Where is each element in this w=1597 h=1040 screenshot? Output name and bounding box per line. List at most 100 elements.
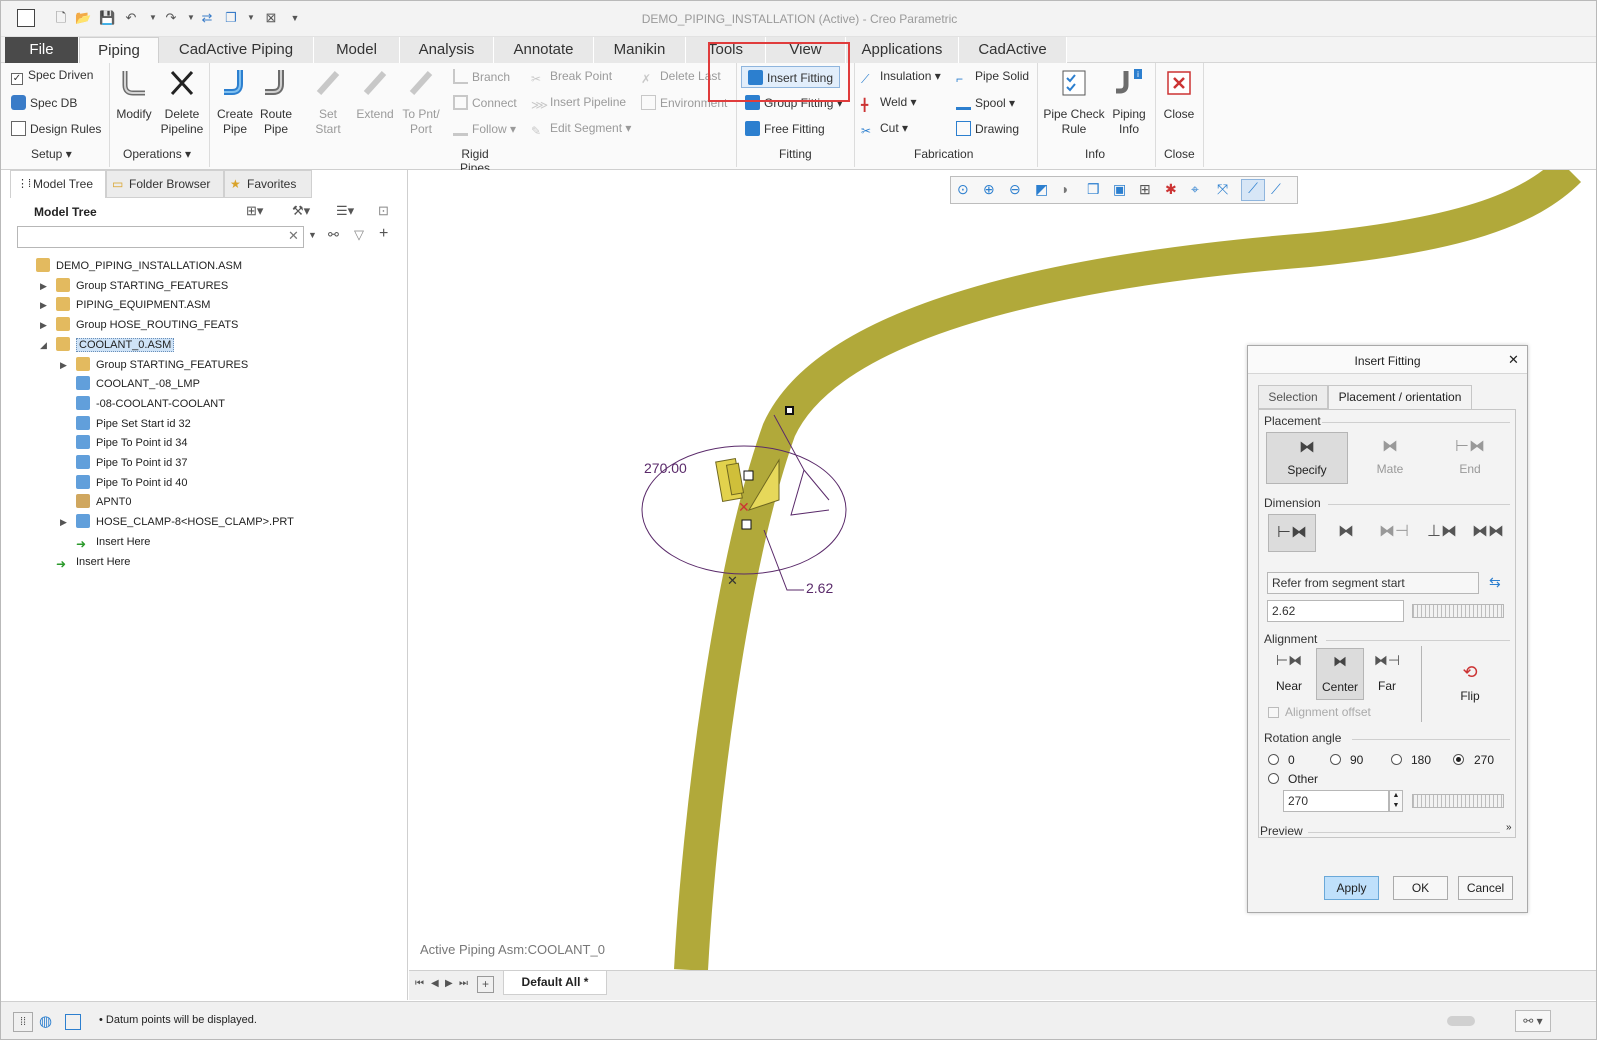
dim-from-end-icon[interactable]: ⧓⊣ xyxy=(1372,514,1416,552)
expand-toggle-icon[interactable]: ▶ xyxy=(40,296,47,315)
tree-item-pipe-feature[interactable]: Pipe To Point id 34 xyxy=(76,434,188,453)
tree-item-datum-point[interactable]: APNT0 xyxy=(76,493,131,512)
tree-item-group[interactable]: ▶ Group HOSE_ROUTING_FEATS xyxy=(40,316,238,335)
add-plus-icon[interactable]: + xyxy=(379,225,388,243)
rotation-0-radio[interactable] xyxy=(1268,754,1279,765)
rotation-angle-dimension[interactable]: 270.00 xyxy=(644,460,687,476)
drag-handle-bottom[interactable] xyxy=(741,519,752,530)
tab-manikin[interactable]: Manikin xyxy=(594,37,686,63)
tree-filter-options-icon[interactable]: ⊡ xyxy=(378,203,389,219)
to-pnt-port-button[interactable]: To Pnt/ Port xyxy=(399,67,443,137)
tab-model[interactable]: Model xyxy=(314,37,400,63)
dim-between-icon[interactable]: ⧓⧓ xyxy=(1466,514,1510,552)
spool-button[interactable]: Spool ▾ xyxy=(956,95,1015,110)
expand-toggle-icon[interactable]: ▶ xyxy=(40,316,47,335)
tree-item-group[interactable]: ▶ Group STARTING_FEATURES xyxy=(40,277,228,296)
tree-search-input[interactable] xyxy=(17,226,304,248)
rotation-other-radio[interactable] xyxy=(1268,773,1279,784)
tree-item-group[interactable]: ▶ Group STARTING_FEATURES xyxy=(60,356,248,375)
dimension-reference-field[interactable]: Refer from segment start xyxy=(1267,572,1479,594)
tree-item-line-stock[interactable]: COOLANT_-08_LMP xyxy=(76,375,200,394)
tree-settings-icon[interactable]: ⚒▾ xyxy=(292,203,310,219)
branch-button[interactable]: Branch xyxy=(453,69,510,84)
tab-annotate[interactable]: Annotate xyxy=(494,37,594,63)
preview-header[interactable]: Preview xyxy=(1260,824,1303,838)
mate-button[interactable]: ⧓ Mate xyxy=(1358,432,1422,484)
piping-info-button[interactable]: i Piping Info xyxy=(1107,67,1151,137)
rotation-180-radio[interactable] xyxy=(1391,754,1402,765)
cut-button[interactable]: ✂ Cut ▾ xyxy=(861,121,908,139)
far-button[interactable]: ⧓⊣ Far xyxy=(1366,652,1408,702)
insulation-button[interactable]: ⟋ Insulation ▾ xyxy=(861,69,941,87)
rotation-270-radio[interactable] xyxy=(1453,754,1464,765)
filter-funnel-icon[interactable]: ▽ xyxy=(354,227,364,243)
flip-button[interactable]: ⟲ Flip xyxy=(1446,662,1494,712)
tab-cadactive-piping[interactable]: CadActive Piping xyxy=(159,37,314,63)
pipe-check-rule-button[interactable]: Pipe Check Rule xyxy=(1041,67,1107,137)
expand-toggle-icon[interactable]: ▶ xyxy=(60,356,67,375)
expand-toggle-icon[interactable]: ▶ xyxy=(60,513,67,532)
dim-from-ratio-icon[interactable]: ⧓ xyxy=(1324,514,1368,552)
group-setup[interactable]: Setup ▾ xyxy=(31,147,72,161)
last-window-icon[interactable]: ⏭ xyxy=(459,978,468,989)
close-button[interactable]: Close xyxy=(1157,67,1201,122)
end-button[interactable]: ⊢⧓ End xyxy=(1438,432,1502,484)
insert-pipeline-button[interactable]: ⋙ Insert Pipeline xyxy=(531,95,626,113)
drag-handle-top[interactable] xyxy=(743,470,754,481)
pipe-solid-button[interactable]: ⌐ Pipe Solid xyxy=(956,69,1029,87)
dimension-value-input[interactable]: 2.62 xyxy=(1267,600,1404,622)
browser-toggle-icon[interactable]: ◍ xyxy=(39,1012,52,1030)
tab-piping[interactable]: Piping xyxy=(79,37,159,64)
tree-item-root-assembly[interactable]: DEMO_PIPING_INSTALLATION.ASM xyxy=(36,257,242,276)
dialog-close-icon[interactable]: ✕ xyxy=(1508,352,1519,368)
specify-button[interactable]: ⧓ Specify xyxy=(1266,432,1348,484)
next-window-icon[interactable]: ▶ xyxy=(445,978,453,989)
tree-display-icon[interactable]: ⊞▾ xyxy=(246,203,263,219)
dimension-thumbwheel[interactable] xyxy=(1412,604,1504,618)
connect-button[interactable]: Connect xyxy=(453,95,517,110)
tab-file[interactable]: File xyxy=(5,37,79,63)
edit-segment-button[interactable]: ✎ Edit Segment ▾ xyxy=(531,121,631,139)
tree-item-subassembly[interactable]: ▶ PIPING_EQUIPMENT.ASM xyxy=(40,296,210,315)
add-tab-icon[interactable]: + xyxy=(477,976,494,993)
tab-cadactive[interactable]: CadActive xyxy=(959,37,1067,63)
tab-favorites[interactable]: ★ Favorites xyxy=(224,170,312,198)
tab-applications[interactable]: Applications xyxy=(846,37,959,63)
near-button[interactable]: ⊢⧓ Near xyxy=(1268,652,1310,702)
tab-analysis[interactable]: Analysis xyxy=(400,37,494,63)
preview-expand-icon[interactable]: » xyxy=(1506,822,1512,833)
prev-window-icon[interactable]: ◀ xyxy=(431,978,439,989)
tree-item-pipe-feature[interactable]: Pipe To Point id 40 xyxy=(76,474,188,493)
clear-search-icon[interactable]: ✕ xyxy=(288,228,299,244)
tree-item-pipe-feature[interactable]: Pipe Set Start id 32 xyxy=(76,415,191,434)
datum-point-marker[interactable] xyxy=(785,406,794,415)
expand-toggle-icon[interactable]: ◢ xyxy=(40,336,47,355)
modify-button[interactable]: Modify xyxy=(111,67,157,122)
tree-item-pipeline[interactable]: -08-COOLANT-COOLANT xyxy=(76,395,225,414)
find-binoculars-icon[interactable]: ⚯ xyxy=(328,227,339,243)
show-columns-icon[interactable]: ☰▾ xyxy=(336,203,354,219)
default-all-tab[interactable]: Default All * xyxy=(503,971,607,995)
center-button[interactable]: ⧓ Center xyxy=(1316,648,1364,700)
extend-button[interactable]: Extend xyxy=(355,67,395,122)
rotation-thumbwheel[interactable] xyxy=(1412,794,1504,808)
alignment-offset-checkbox[interactable]: Alignment offset xyxy=(1268,705,1371,719)
ok-button[interactable]: OK xyxy=(1393,876,1448,900)
tab-folder-browser[interactable]: ▭ Folder Browser xyxy=(106,170,224,198)
follow-button[interactable]: Follow ▾ xyxy=(453,121,516,136)
expand-toggle-icon[interactable]: ▶ xyxy=(40,277,47,296)
spec-db-button[interactable]: Spec DB xyxy=(11,95,77,110)
weld-button[interactable]: ╋ Weld ▾ xyxy=(861,95,916,113)
reference-swap-icon[interactable]: ⇆ xyxy=(1489,574,1501,591)
search-dropdown-icon[interactable]: ▼ xyxy=(308,230,317,240)
set-start-button[interactable]: Set Start xyxy=(305,67,351,137)
tab-model-tree[interactable]: ⋮⁞ Model Tree xyxy=(10,170,106,198)
toggle-navigator-icon[interactable]: ⁞⁞ xyxy=(13,1012,33,1032)
rotation-90-radio[interactable] xyxy=(1330,754,1341,765)
tree-item-insert-here[interactable]: ➜ Insert Here xyxy=(56,553,130,572)
break-point-button[interactable]: ✂ Break Point xyxy=(531,69,612,87)
rotation-spinner[interactable]: ▲ ▼ xyxy=(1389,790,1403,812)
dim-from-start-icon[interactable]: ⊢⧓ xyxy=(1268,514,1316,552)
tab-selection[interactable]: Selection xyxy=(1258,385,1328,409)
create-pipe-button[interactable]: Create Pipe xyxy=(213,67,257,137)
